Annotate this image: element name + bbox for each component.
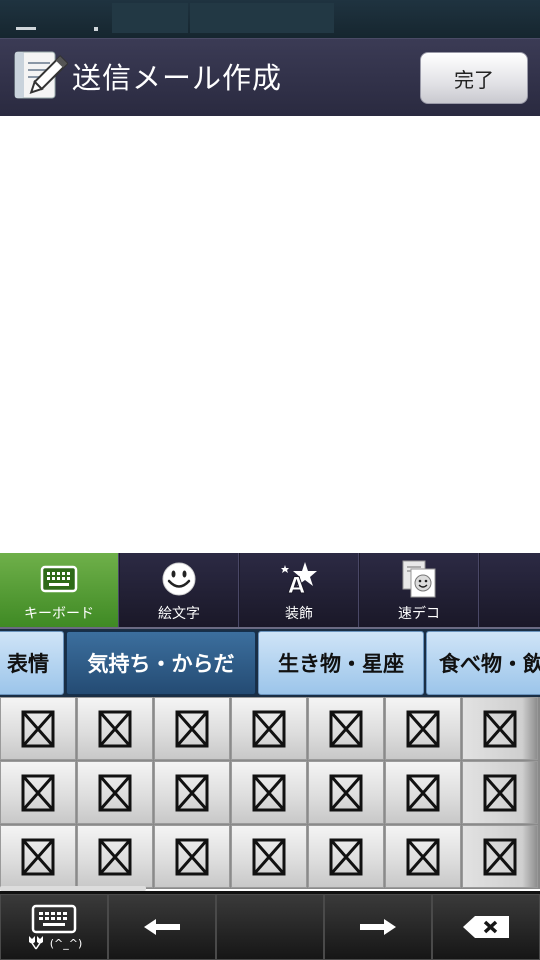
emoji-cell[interactable] [231,697,307,760]
emoji-cell[interactable] [308,825,384,888]
tab-keyboard[interactable]: キーボード [0,553,119,627]
decoration-star-icon: A [281,562,317,599]
emoji-cell[interactable] [77,697,153,760]
category-tab-active[interactable]: 気持ち・からだ [66,631,256,695]
emoji-cell[interactable] [308,697,384,760]
missing-glyph-icon [175,838,209,875]
tab-empty [480,553,540,627]
tab-keyboard-label: キーボード [24,606,94,622]
svg-text:A: A [288,574,305,599]
missing-glyph-icon [252,838,286,875]
tab-emoji-label: 絵文字 [158,606,200,622]
cursor-left-button[interactable] [108,894,216,960]
status-bar-block [190,3,334,33]
status-bar-block [112,3,188,33]
missing-glyph-icon [329,838,363,875]
title-bar: 送信メール作成 完了 [0,38,540,116]
message-editor[interactable] [0,116,540,553]
emoji-cell[interactable] [0,825,76,888]
emoji-cell[interactable] [231,825,307,888]
tab-emoji[interactable]: 絵文字 [120,553,239,627]
mail-compose-icon [12,47,69,103]
left-arrow-icon [144,919,180,935]
emoji-cell[interactable] [154,761,230,824]
missing-glyph-icon [98,710,132,747]
blank-key[interactable] [216,894,324,960]
done-button[interactable]: 完了 [420,52,528,104]
missing-glyph-icon [98,774,132,811]
tab-decoration[interactable]: A 装飾 [240,553,359,627]
missing-glyph-icon [329,774,363,811]
missing-glyph-icon [21,774,55,811]
bottom-key-bar: (^_^) [0,891,540,960]
status-bar [0,0,540,38]
emoji-cell[interactable] [231,761,307,824]
backspace-button[interactable] [432,894,540,960]
keyboard-caption-row: (^_^) [26,934,83,950]
emoji-cell[interactable] [154,825,230,888]
emoji-cell[interactable] [462,761,538,824]
missing-glyph-icon [252,710,286,747]
page-title: 送信メール作成 [72,61,283,95]
missing-glyph-icon [483,774,517,811]
missing-glyph-icon [21,710,55,747]
missing-glyph-icon [175,710,209,747]
emoticon-caption: (^_^) [49,936,83,950]
missing-glyph-icon [406,710,440,747]
emoji-cell[interactable] [462,697,538,760]
emoji-category-bar[interactable]: 表情 気持ち・からだ 生き物・星座 食べ物・飲み物 [0,629,540,697]
status-indicator-icon [16,27,36,30]
emoji-cell[interactable] [77,825,153,888]
status-dot-icon [94,27,98,31]
tab-quick-deco[interactable]: 速デコ [360,553,479,627]
emoji-cell[interactable] [385,697,461,760]
quick-deco-icon [402,560,436,598]
missing-glyph-icon [175,774,209,811]
keyboard-switch-icon [31,904,77,934]
tulip-icon [28,936,43,950]
emoji-cell[interactable] [0,697,76,760]
tab-decoration-label: 装飾 [285,606,313,622]
keyboard-switch-button[interactable]: (^_^) [0,894,108,960]
emoji-cell[interactable] [0,761,76,824]
emoji-cell[interactable] [77,761,153,824]
missing-glyph-icon [406,774,440,811]
keyboard-icon [40,565,78,593]
missing-glyph-icon [483,710,517,747]
missing-glyph-icon [98,838,132,875]
emoji-grid [0,697,540,889]
tool-tab-bar: キーボード 絵文字 A 装飾 速デコ [0,553,540,629]
missing-glyph-icon [329,710,363,747]
emoji-cell[interactable] [385,825,461,888]
smiley-icon [162,562,196,596]
missing-glyph-icon [406,838,440,875]
category-tab[interactable]: 表情 [0,631,64,695]
emoji-cell[interactable] [154,697,230,760]
emoji-cell[interactable] [385,761,461,824]
missing-glyph-icon [21,838,55,875]
category-tab[interactable]: 食べ物・飲み物 [426,631,540,695]
category-tab[interactable]: 生き物・星座 [258,631,424,695]
tab-quick-deco-label: 速デコ [398,606,440,622]
cursor-right-button[interactable] [324,894,432,960]
right-arrow-icon [360,919,396,935]
backspace-icon [463,916,509,938]
emoji-cell[interactable] [308,761,384,824]
emoji-cell[interactable] [462,825,538,888]
missing-glyph-icon [252,774,286,811]
missing-glyph-icon [483,838,517,875]
